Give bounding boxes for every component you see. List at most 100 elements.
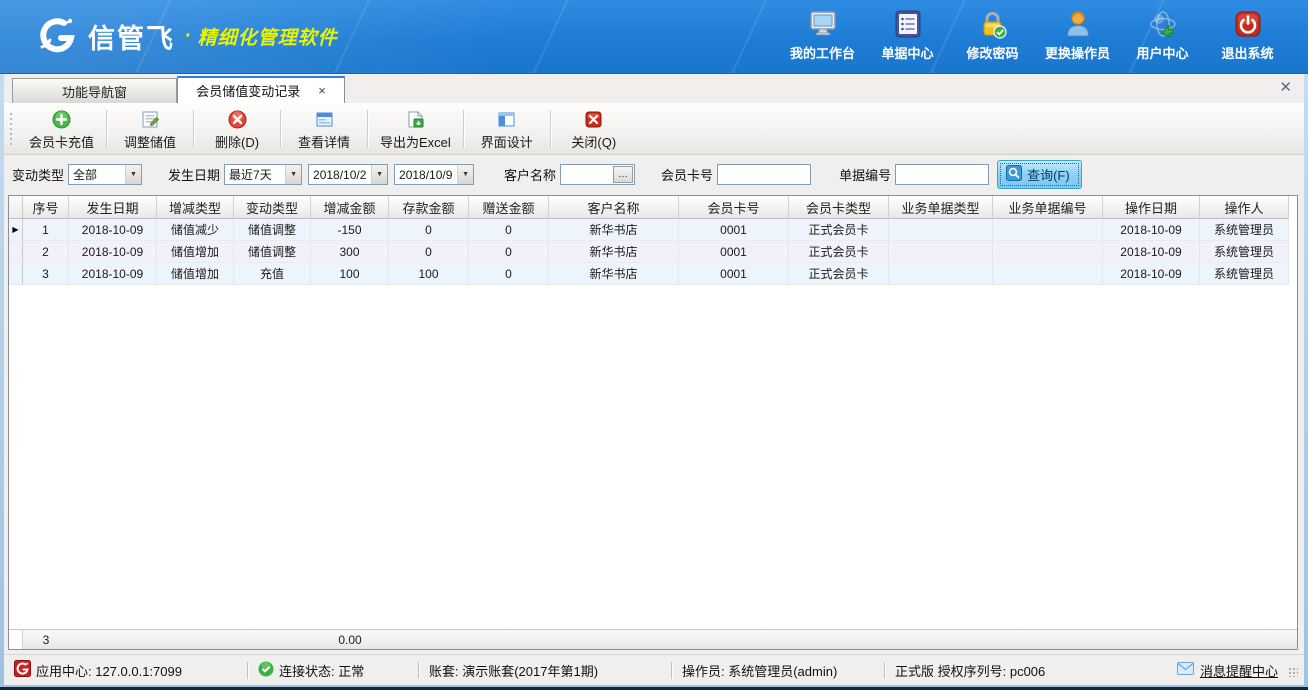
table-cell: 0 (469, 241, 549, 263)
power-icon (1233, 7, 1263, 41)
customer-input[interactable] (561, 166, 613, 183)
doc-no-input[interactable] (895, 164, 989, 185)
table-cell (889, 263, 993, 285)
table-cell: 储值增加 (157, 241, 234, 263)
table-cell: 2018-10-09 (69, 263, 157, 285)
layout-icon (497, 109, 516, 131)
tabbar-close-icon[interactable]: ✕ (1279, 80, 1292, 95)
chevron-down-icon[interactable]: ▼ (285, 165, 301, 184)
column-header[interactable]: 发生日期 (69, 196, 157, 219)
doc-no-label: 单据编号 (839, 165, 891, 184)
nav-exit-system[interactable]: 退出系统 (1205, 7, 1290, 66)
status-bar: 应用中心: 127.0.0.1:7099 连接状态: 正常 账套: 演示账套(2… (4, 654, 1304, 685)
date-label: 发生日期 (168, 165, 220, 184)
tab-function-nav[interactable]: 功能导航窗 (12, 78, 177, 103)
app-title: 信管飞 (88, 17, 175, 56)
table-cell: 0001 (679, 241, 789, 263)
column-header[interactable]: 操作日期 (1103, 196, 1200, 219)
toolbar-label: 界面设计 (481, 132, 533, 151)
tab-close-icon[interactable]: × (318, 83, 326, 98)
column-header[interactable]: 赠送金额 (469, 196, 549, 219)
summary-cell (1200, 630, 1289, 649)
nav-my-workbench[interactable]: 我的工作台 (780, 7, 865, 66)
column-header[interactable]: 会员卡类型 (789, 196, 889, 219)
toolbar-grip[interactable] (7, 110, 15, 148)
table-cell: 新华书店 (549, 219, 679, 241)
brand-dot: · (185, 25, 192, 48)
query-button[interactable]: 查询(F) (997, 160, 1082, 189)
column-header[interactable]: 变动类型 (234, 196, 311, 219)
column-header[interactable]: 增减类型 (157, 196, 234, 219)
toolbar-label: 导出为Excel (380, 132, 451, 151)
ui-design-button[interactable]: 界面设计 (464, 104, 550, 154)
query-button-label: 查询(F) (1027, 165, 1070, 184)
grid-body: ▶12018-10-09储值减少储值调整-15000新华书店0001正式会员卡2… (9, 219, 1297, 285)
resize-grip[interactable] (1288, 667, 1298, 677)
export-excel-button[interactable]: 导出为Excel (368, 104, 463, 154)
change-type-label: 变动类型 (12, 165, 64, 184)
table-cell: 0 (389, 241, 469, 263)
nav-document-center[interactable]: 单据中心 (865, 7, 950, 66)
chevron-down-icon[interactable]: ▼ (457, 165, 473, 184)
person-icon (1063, 7, 1093, 41)
app-center-status: 应用中心: 127.0.0.1:7099 (4, 660, 247, 680)
table-cell: 储值调整 (234, 241, 311, 263)
column-header[interactable]: 业务单据类型 (889, 196, 993, 219)
table-cell: 储值减少 (157, 219, 234, 241)
grid-empty-area (9, 285, 1297, 629)
date-to-select[interactable]: 2018/10/9 ▼ (394, 164, 474, 185)
column-header[interactable]: 业务单据编号 (993, 196, 1103, 219)
column-header[interactable]: 增减金额 (311, 196, 389, 219)
column-header[interactable]: 存款金额 (389, 196, 469, 219)
change-type-value: 全部 (69, 166, 115, 183)
card-no-input[interactable] (717, 164, 811, 185)
header-nav: 我的工作台 单据中心 (780, 7, 1290, 66)
nav-user-center[interactable]: 用户中心 (1120, 7, 1205, 66)
column-header[interactable]: 客户名称 (549, 196, 679, 219)
column-header[interactable]: 操作人 (1200, 196, 1289, 219)
table-cell: 正式会员卡 (789, 219, 889, 241)
summary-cell (234, 630, 311, 649)
column-header[interactable]: 序号 (23, 196, 69, 219)
customer-field: … (560, 164, 635, 185)
connection-text: 连接状态: 正常 (279, 661, 364, 680)
adjust-stored-value-button[interactable]: 调整储值 (107, 104, 193, 154)
tab-bar: 功能导航窗 会员储值变动记录 × ✕ (4, 74, 1304, 103)
summary-cell (469, 630, 549, 649)
globe-icon (1148, 7, 1178, 41)
change-type-select[interactable]: 全部 ▼ (68, 164, 142, 185)
nav-change-password[interactable]: 修改密码 (950, 7, 1035, 66)
message-center[interactable]: 消息提醒中心 (1177, 661, 1304, 680)
grid-summary-row: 30.00 (9, 629, 1297, 649)
delete-button[interactable]: 删除(D) (194, 104, 280, 154)
customer-lookup-button[interactable]: … (613, 166, 633, 183)
monitor-icon (807, 7, 839, 41)
recharge-card-button[interactable]: 会员卡充值 (17, 104, 106, 154)
connection-status: 连接状态: 正常 (248, 661, 418, 680)
table-row[interactable]: 32018-10-09储值增加充值1001000新华书店0001正式会员卡201… (9, 263, 1297, 285)
view-details-button[interactable]: 查看详情 (281, 104, 367, 154)
date-range-select[interactable]: 最近7天 ▼ (224, 164, 302, 185)
nav-switch-operator[interactable]: 更换操作员 (1035, 7, 1120, 66)
message-center-link[interactable]: 消息提醒中心 (1200, 661, 1278, 680)
table-cell: 0 (469, 263, 549, 285)
account-set-status: 账套: 演示账套(2017年第1期) (419, 661, 671, 680)
nav-label: 修改密码 (966, 43, 1018, 62)
chevron-down-icon[interactable]: ▼ (125, 165, 141, 184)
table-cell: 0 (389, 219, 469, 241)
table-row[interactable]: 22018-10-09储值增加储值调整30000新华书店0001正式会员卡201… (9, 241, 1297, 263)
content: 功能导航窗 会员储值变动记录 × ✕ 会员卡充值 (4, 74, 1304, 685)
nav-label: 单据中心 (881, 43, 933, 62)
table-cell: 系统管理员 (1200, 263, 1289, 285)
tab-member-stored-value-records[interactable]: 会员储值变动记录 × (177, 76, 345, 103)
column-header[interactable]: 会员卡号 (679, 196, 789, 219)
nav-label: 更换操作员 (1045, 43, 1110, 62)
close-view-button[interactable]: 关闭(Q) (551, 104, 637, 154)
close-icon (584, 109, 603, 131)
chevron-down-icon[interactable]: ▼ (371, 165, 387, 184)
date-from-select[interactable]: 2018/10/2 ▼ (308, 164, 388, 185)
grid-header: 序号发生日期增减类型变动类型增减金额存款金额赠送金额客户名称会员卡号会员卡类型业… (9, 196, 1297, 219)
edit-icon (141, 109, 160, 131)
table-row[interactable]: ▶12018-10-09储值减少储值调整-15000新华书店0001正式会员卡2… (9, 219, 1297, 241)
table-cell: 2018-10-09 (69, 241, 157, 263)
